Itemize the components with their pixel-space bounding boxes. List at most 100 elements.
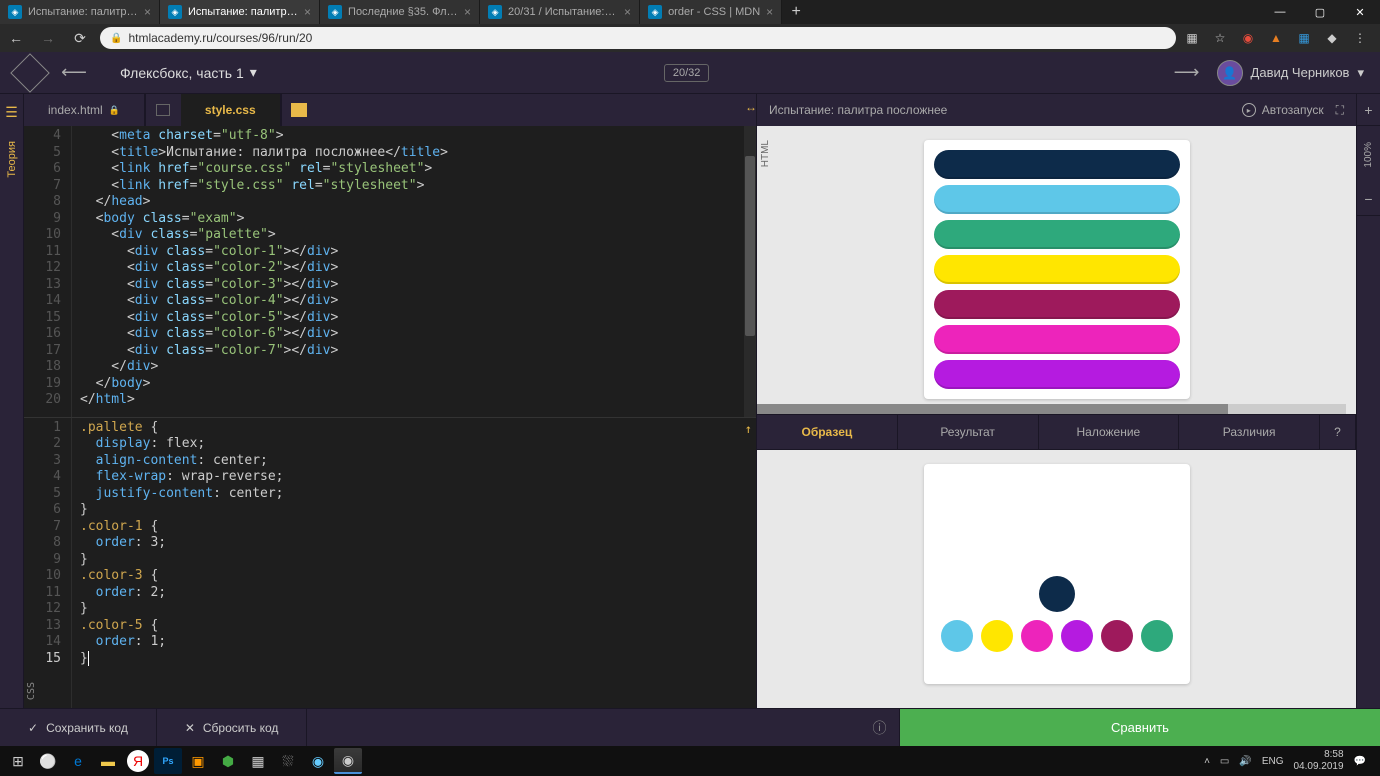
explorer-icon[interactable]: ▬ (94, 748, 122, 774)
tray-up-icon[interactable]: ˄ (1204, 756, 1210, 767)
tab-title: Испытание: палитра посложнее (28, 6, 138, 18)
browser-tab[interactable]: ◈Испытание: палитра посложнее× (160, 0, 320, 24)
maximize-button[interactable]: ▢ (1300, 0, 1340, 24)
save-button[interactable]: ✓Сохранить код (0, 709, 157, 746)
move-up-icon[interactable]: ↑ (745, 422, 752, 436)
zoom-in-button[interactable]: + (1357, 94, 1380, 126)
menu-icon[interactable]: ⋮ (1352, 30, 1368, 46)
app-icon[interactable]: ◉ (304, 748, 332, 774)
css-code[interactable]: .pallete { display: flex; align-content:… (72, 418, 756, 709)
tab-diff[interactable]: Различия (1179, 415, 1320, 449)
compare-button[interactable]: Сравнить (900, 709, 1380, 746)
theory-button[interactable]: Теория (6, 141, 18, 178)
zoom-rail: + 100% − (1356, 94, 1380, 708)
battery-icon[interactable]: ▭ (1220, 756, 1229, 767)
minimize-button[interactable]: — (1260, 0, 1300, 24)
split-button[interactable] (145, 94, 181, 126)
ext-icon[interactable]: ◉ (1240, 30, 1256, 46)
close-icon[interactable]: × (144, 5, 151, 19)
url-field[interactable]: 🔒 htmlacademy.ru/courses/96/run/20 (100, 27, 1176, 49)
qr-icon[interactable]: ▦ (1184, 30, 1200, 46)
tab-help[interactable]: ? (1320, 415, 1356, 449)
logo-icon[interactable] (10, 53, 50, 93)
prev-lesson-button[interactable]: ⟵ (44, 62, 104, 83)
html-code[interactable]: <meta charset="utf-8"> <title>Испытание:… (72, 126, 744, 417)
course-title[interactable]: Флексбокс, часть 1▾ (120, 64, 257, 81)
browser-tab[interactable]: ◈order - CSS | MDN× (640, 0, 782, 24)
ext-icon[interactable]: ▲ (1268, 30, 1284, 46)
address-bar: ← → ⟳ 🔒 htmlacademy.ru/courses/96/run/20… (0, 24, 1380, 52)
css-label: CSS (26, 682, 37, 700)
app-icon[interactable]: ⛆ (274, 748, 302, 774)
tab-css[interactable]: style.css (181, 94, 281, 126)
color-bar-1 (934, 150, 1180, 179)
close-icon[interactable]: × (624, 5, 631, 19)
layout-button[interactable] (281, 94, 317, 126)
browser-tab[interactable]: ◈ Испытание: палитра посложнее × (0, 0, 160, 24)
color-bar-4 (934, 255, 1180, 284)
tab-label: index.html (48, 103, 103, 117)
close-icon[interactable]: × (464, 5, 471, 19)
close-icon[interactable]: × (766, 5, 773, 19)
sublime-icon[interactable]: ▣ (184, 748, 212, 774)
new-tab-button[interactable]: + (782, 0, 810, 24)
tab-html[interactable]: index.html🔒 (24, 94, 145, 126)
autorun-button[interactable]: ▸Автозапуск (1242, 103, 1324, 117)
tab-overlay[interactable]: Наложение (1039, 415, 1180, 449)
lock-icon: 🔒 (110, 33, 122, 44)
css-editor[interactable]: ↑ CSS 123456789101112131415 .pallete { d… (24, 417, 756, 709)
notifications-icon[interactable]: 💬 (1354, 756, 1366, 767)
forward-button[interactable]: → (36, 26, 60, 50)
star-icon[interactable]: ☆ (1212, 30, 1228, 46)
color-bar-5 (934, 290, 1180, 319)
fullscreen-icon[interactable]: ⛶ (1336, 103, 1344, 118)
html-editor[interactable]: 4567891011121314151617181920 <meta chars… (24, 126, 756, 417)
yandex-icon[interactable]: Я (127, 750, 149, 772)
start-button[interactable]: ⊞ (4, 748, 32, 774)
course-header: ⟵ Флексбокс, часть 1▾ 20/32 ⟶ 👤 Давид Че… (0, 52, 1380, 94)
sample-circle (1021, 620, 1053, 652)
lang-indicator[interactable]: ENG (1262, 756, 1284, 767)
scrollbar[interactable] (744, 126, 756, 417)
close-button[interactable]: ✕ (1340, 0, 1380, 24)
course-title-text: Флексбокс, часть 1 (120, 65, 244, 81)
browser-tab[interactable]: ◈20/31 / Испытание: палитра по× (480, 0, 640, 24)
line-gutter: 4567891011121314151617181920 (24, 126, 72, 417)
ext-icon[interactable]: ▦ (1296, 30, 1312, 46)
file-tabs: index.html🔒 style.css (24, 94, 756, 126)
x-icon: ✕ (185, 721, 195, 735)
user-menu[interactable]: 👤 Давид Черников ▾ (1217, 60, 1364, 86)
clock[interactable]: 8:58 04.09.2019 (1293, 749, 1343, 773)
favicon-icon: ◈ (168, 5, 182, 19)
reset-button[interactable]: ✕Сбросить код (157, 709, 308, 746)
play-icon: ▸ (1242, 103, 1256, 117)
back-button[interactable]: ← (4, 26, 28, 50)
favicon-icon: ◈ (8, 5, 22, 19)
edge-icon[interactable]: e (64, 748, 92, 774)
zoom-out-button[interactable]: − (1357, 184, 1380, 216)
search-icon[interactable]: ⚪ (34, 748, 62, 774)
resize-handle-icon[interactable]: ↔ (745, 100, 757, 114)
tab-sample[interactable]: Образец (757, 415, 898, 449)
scrollbar-horizontal[interactable] (757, 404, 1346, 414)
ext-icon[interactable]: ◆ (1324, 30, 1340, 46)
preview-header: Испытание: палитра посложнее ▸Автозапуск… (757, 94, 1356, 126)
next-lesson-button[interactable]: ⟶ (1157, 62, 1217, 83)
sample-circle (1141, 620, 1173, 652)
photoshop-icon[interactable]: Ps (154, 748, 182, 774)
close-icon[interactable]: × (304, 5, 311, 19)
time-text: 8:58 (1293, 749, 1343, 761)
compare-tabs: Образец Результат Наложение Различия ? (757, 414, 1356, 450)
app-icon[interactable]: ▦ (244, 748, 272, 774)
app-icon[interactable]: ⬢ (214, 748, 242, 774)
info-button[interactable]: ⓘ (860, 709, 900, 746)
reload-button[interactable]: ⟳ (68, 26, 92, 50)
browser-tab[interactable]: ◈Последние §35. Флексбокс, час× (320, 0, 480, 24)
sample-card (924, 464, 1190, 684)
chrome-icon[interactable]: ◉ (334, 748, 362, 774)
check-icon: ✓ (28, 721, 38, 735)
hamburger-icon[interactable]: ☰ (5, 104, 18, 121)
volume-icon[interactable]: 🔊 (1239, 756, 1251, 767)
tab-result[interactable]: Результат (898, 415, 1039, 449)
color-bar-3 (934, 220, 1180, 249)
